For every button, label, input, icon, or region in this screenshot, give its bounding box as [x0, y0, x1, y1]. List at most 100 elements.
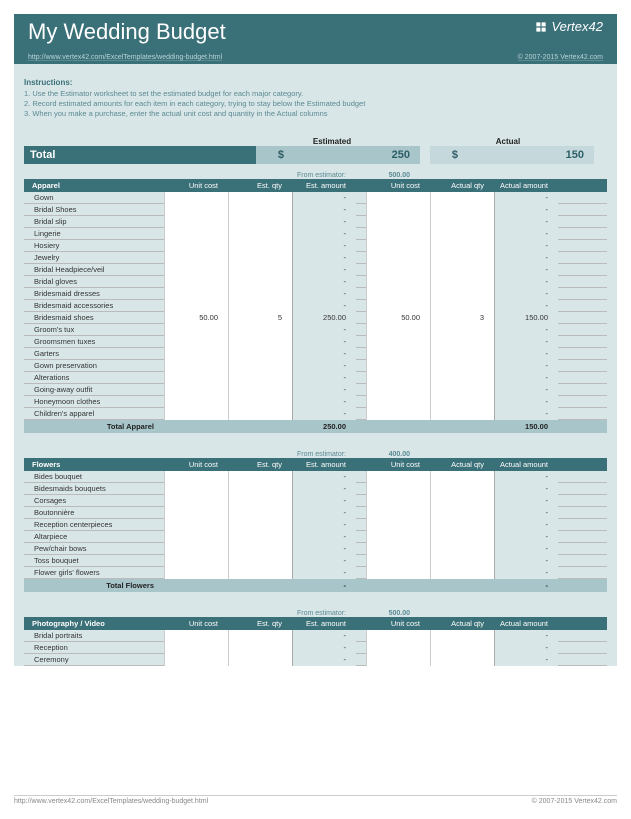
cell-est-qty[interactable]	[228, 276, 292, 288]
cell-est-qty[interactable]	[228, 324, 292, 336]
cell-actual-unit-cost[interactable]	[366, 300, 430, 312]
cell-est-qty[interactable]	[228, 543, 292, 555]
cell-est-qty[interactable]	[228, 642, 292, 654]
cell-actual-unit-cost[interactable]	[366, 360, 430, 372]
cell-unit-cost[interactable]	[164, 276, 228, 288]
cell-unit-cost[interactable]	[164, 192, 228, 204]
cell-unit-cost[interactable]	[164, 360, 228, 372]
cell-unit-cost[interactable]	[164, 630, 228, 642]
cell-est-qty[interactable]	[228, 240, 292, 252]
cell-unit-cost[interactable]	[164, 471, 228, 483]
cell-est-qty[interactable]	[228, 555, 292, 567]
cell-actual-unit-cost[interactable]	[366, 531, 430, 543]
cell-actual-qty[interactable]	[430, 384, 494, 396]
cell-actual-qty[interactable]	[430, 555, 494, 567]
cell-actual-qty[interactable]	[430, 543, 494, 555]
cell-unit-cost[interactable]	[164, 348, 228, 360]
cell-actual-qty[interactable]	[430, 471, 494, 483]
cell-actual-unit-cost[interactable]	[366, 543, 430, 555]
cell-actual-qty[interactable]	[430, 483, 494, 495]
cell-actual-unit-cost[interactable]	[366, 336, 430, 348]
cell-unit-cost[interactable]	[164, 228, 228, 240]
cell-actual-qty[interactable]	[430, 276, 494, 288]
cell-est-qty[interactable]	[228, 336, 292, 348]
cell-actual-unit-cost[interactable]	[366, 348, 430, 360]
cell-est-qty[interactable]	[228, 192, 292, 204]
cell-unit-cost[interactable]	[164, 555, 228, 567]
cell-unit-cost[interactable]	[164, 654, 228, 666]
cell-actual-unit-cost[interactable]	[366, 483, 430, 495]
cell-est-qty[interactable]	[228, 471, 292, 483]
cell-actual-qty[interactable]	[430, 495, 494, 507]
cell-unit-cost[interactable]	[164, 216, 228, 228]
cell-actual-unit-cost[interactable]	[366, 216, 430, 228]
cell-actual-unit-cost[interactable]	[366, 192, 430, 204]
cell-est-qty[interactable]	[228, 204, 292, 216]
cell-actual-unit-cost[interactable]	[366, 384, 430, 396]
cell-actual-unit-cost[interactable]	[366, 495, 430, 507]
cell-actual-unit-cost[interactable]	[366, 324, 430, 336]
cell-actual-unit-cost[interactable]	[366, 204, 430, 216]
cell-actual-qty[interactable]	[430, 531, 494, 543]
cell-est-qty[interactable]	[228, 372, 292, 384]
cell-actual-unit-cost[interactable]	[366, 396, 430, 408]
cell-actual-qty[interactable]	[430, 360, 494, 372]
cell-actual-qty[interactable]	[430, 642, 494, 654]
cell-est-qty[interactable]	[228, 408, 292, 420]
cell-unit-cost[interactable]	[164, 264, 228, 276]
cell-unit-cost[interactable]	[164, 507, 228, 519]
cell-est-qty[interactable]	[228, 384, 292, 396]
cell-actual-qty[interactable]	[430, 192, 494, 204]
cell-actual-unit-cost[interactable]	[366, 276, 430, 288]
cell-actual-unit-cost[interactable]	[366, 288, 430, 300]
cell-est-qty[interactable]	[228, 483, 292, 495]
cell-est-qty[interactable]	[228, 360, 292, 372]
cell-actual-qty[interactable]	[430, 507, 494, 519]
cell-actual-qty[interactable]	[430, 654, 494, 666]
cell-unit-cost[interactable]	[164, 483, 228, 495]
cell-unit-cost[interactable]	[164, 642, 228, 654]
cell-actual-qty[interactable]	[430, 228, 494, 240]
cell-actual-unit-cost[interactable]	[366, 507, 430, 519]
cell-actual-qty[interactable]	[430, 519, 494, 531]
cell-actual-unit-cost[interactable]	[366, 252, 430, 264]
cell-actual-qty[interactable]	[430, 324, 494, 336]
cell-est-qty[interactable]	[228, 507, 292, 519]
cell-actual-qty[interactable]	[430, 264, 494, 276]
cell-est-qty[interactable]	[228, 264, 292, 276]
cell-actual-qty[interactable]	[430, 408, 494, 420]
cell-est-qty[interactable]	[228, 216, 292, 228]
cell-actual-unit-cost[interactable]	[366, 408, 430, 420]
cell-actual-qty[interactable]: 3	[430, 312, 494, 324]
cell-unit-cost[interactable]: 50.00	[164, 312, 228, 324]
cell-unit-cost[interactable]	[164, 408, 228, 420]
cell-actual-unit-cost[interactable]	[366, 264, 430, 276]
cell-actual-qty[interactable]	[430, 567, 494, 579]
cell-actual-unit-cost[interactable]	[366, 228, 430, 240]
cell-unit-cost[interactable]	[164, 252, 228, 264]
cell-actual-unit-cost[interactable]	[366, 372, 430, 384]
cell-actual-unit-cost[interactable]	[366, 654, 430, 666]
cell-actual-qty[interactable]	[430, 336, 494, 348]
cell-unit-cost[interactable]	[164, 519, 228, 531]
cell-actual-unit-cost[interactable]	[366, 471, 430, 483]
cell-unit-cost[interactable]	[164, 204, 228, 216]
cell-unit-cost[interactable]	[164, 495, 228, 507]
cell-est-qty[interactable]	[228, 228, 292, 240]
cell-actual-qty[interactable]	[430, 348, 494, 360]
cell-actual-qty[interactable]	[430, 396, 494, 408]
cell-est-qty[interactable]	[228, 519, 292, 531]
cell-actual-qty[interactable]	[430, 288, 494, 300]
cell-unit-cost[interactable]	[164, 543, 228, 555]
cell-est-qty[interactable]	[228, 300, 292, 312]
cell-unit-cost[interactable]	[164, 300, 228, 312]
cell-unit-cost[interactable]	[164, 372, 228, 384]
cell-actual-qty[interactable]	[430, 300, 494, 312]
cell-actual-unit-cost[interactable]	[366, 555, 430, 567]
cell-unit-cost[interactable]	[164, 567, 228, 579]
cell-actual-qty[interactable]	[430, 204, 494, 216]
cell-actual-unit-cost[interactable]	[366, 642, 430, 654]
cell-est-qty[interactable]	[228, 396, 292, 408]
cell-actual-unit-cost[interactable]	[366, 240, 430, 252]
cell-est-qty[interactable]	[228, 288, 292, 300]
